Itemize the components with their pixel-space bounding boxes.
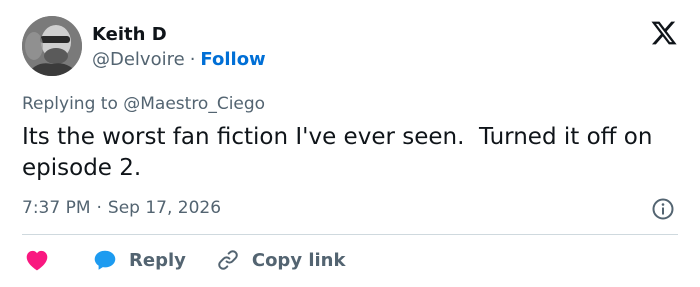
info-icon[interactable] — [651, 197, 675, 221]
speech-bubble-icon — [94, 250, 116, 270]
replying-to-label: Replying to — [22, 94, 118, 114]
author-handle-line: @Delvoire · Follow — [92, 49, 266, 70]
handle-separator: · — [189, 49, 196, 70]
divider — [22, 234, 678, 235]
reply-button[interactable]: Reply — [92, 247, 186, 273]
author-name[interactable]: Keith D — [92, 24, 167, 45]
author-handle[interactable]: @Delvoire — [92, 49, 185, 70]
avatar[interactable] — [22, 16, 82, 76]
action-bar: Reply Copy link — [22, 246, 345, 274]
timestamp-separator: · — [96, 198, 102, 218]
copy-link-button[interactable]: Copy link — [216, 248, 346, 272]
tweet-text: Its the worst fan fiction I've ever seen… — [22, 124, 660, 181]
tweet-time[interactable]: 7:37 PM — [22, 198, 91, 218]
tweet-timestamp[interactable]: 7:37 PM · Sep 17, 2026 — [22, 198, 221, 218]
x-logo-icon[interactable] — [650, 18, 678, 48]
link-icon — [218, 250, 238, 270]
tweet-date[interactable]: Sep 17, 2026 — [108, 198, 221, 218]
heart-icon[interactable] — [24, 247, 50, 273]
reply-label: Reply — [129, 249, 186, 271]
follow-button[interactable]: Follow — [200, 49, 265, 70]
reply-context: Replying to @Maestro_Ciego — [22, 94, 265, 114]
copy-link-label: Copy link — [251, 249, 346, 271]
reply-mention-link[interactable]: @Maestro_Ciego — [123, 94, 265, 114]
